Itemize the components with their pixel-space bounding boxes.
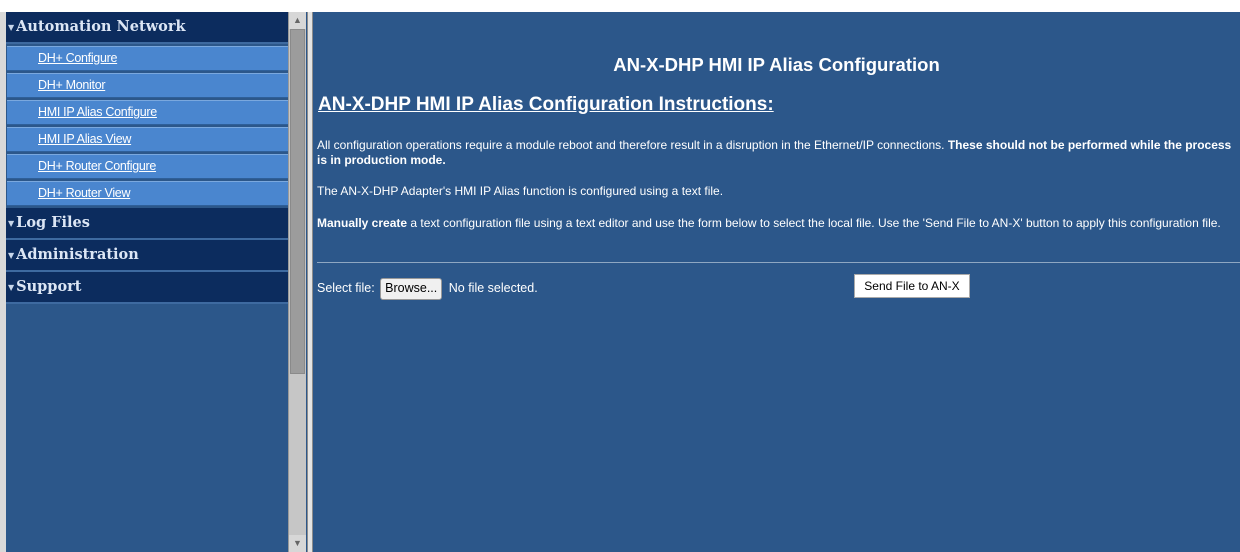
sidebar-item-hmi-ip-alias-configure[interactable]: HMI IP Alias Configure [7, 100, 288, 125]
scrollbar-thumb[interactable] [290, 29, 305, 374]
sidebar-link[interactable]: HMI IP Alias View [38, 132, 131, 146]
page-title: AN-X-DHP HMI IP Alias Configuration [613, 54, 940, 75]
sidebar-link[interactable]: DH+ Configure [38, 51, 117, 65]
section-title: Support [16, 278, 82, 295]
instructions-paragraph: Manually create a text configuration fil… [317, 216, 1239, 231]
section-header-automation-network[interactable]: ▼ Automation Network [6, 12, 288, 44]
sidebar-nav: ▼ Automation Network DH+ Configure DH+ Mo… [6, 12, 288, 304]
sidebar-item-dh-router-view[interactable]: DH+ Router View [7, 181, 288, 206]
section-title: Automation Network [16, 18, 186, 35]
navigation-frame: ▼ Automation Network DH+ Configure DH+ Mo… [0, 12, 308, 552]
section-header-administration[interactable]: ▼ Administration [6, 240, 288, 272]
main-content: AN-X-DHP HMI IP Alias Configuration AN-X… [313, 12, 1240, 552]
sidebar-item-hmi-ip-alias-view[interactable]: HMI IP Alias View [7, 127, 288, 152]
warning-paragraph: All configuration operations require a m… [317, 138, 1239, 168]
sidebar-scrollbar[interactable]: ▲ ▼ [288, 12, 306, 552]
expand-triangle-icon: ▼ [8, 250, 15, 260]
sidebar-item-dh-monitor[interactable]: DH+ Monitor [7, 73, 288, 98]
automation-network-submenu: DH+ Configure DH+ Monitor HMI IP Alias C… [6, 46, 288, 208]
instructions-bold-text: Manually create [317, 216, 408, 230]
section-title: Administration [16, 246, 139, 263]
sidebar-link[interactable]: DH+ Router Configure [38, 159, 156, 173]
section-header-support[interactable]: ▼ Support [6, 272, 288, 304]
browse-button[interactable]: Browse... [380, 277, 443, 300]
sidebar-link[interactable]: DH+ Router View [38, 186, 130, 200]
sidebar-item-dh-configure[interactable]: DH+ Configure [7, 46, 288, 71]
instructions-heading: AN-X-DHP HMI IP Alias Configuration Inst… [318, 94, 774, 115]
sidebar-link[interactable]: DH+ Monitor [38, 78, 106, 92]
select-file-label: Select file: [317, 281, 375, 295]
send-file-button[interactable]: Send File to AN-X [854, 274, 970, 298]
expand-triangle-icon: ▼ [8, 282, 15, 292]
no-file-selected-text: No file selected. [448, 281, 538, 295]
expand-triangle-icon: ▼ [8, 22, 15, 32]
warning-text: All configuration operations require a m… [317, 138, 948, 152]
scroll-up-arrow-icon[interactable]: ▲ [289, 12, 306, 29]
file-select-row: Select file: Browse... No file selected. [317, 276, 538, 300]
section-header-log-files[interactable]: ▼ Log Files [6, 208, 288, 240]
top-strip [0, 0, 1240, 12]
sidebar-link[interactable]: HMI IP Alias Configure [38, 105, 157, 119]
section-title: Log Files [16, 214, 90, 231]
sidebar-item-dh-router-configure[interactable]: DH+ Router Configure [7, 154, 288, 179]
description-paragraph: The AN-X-DHP Adapter's HMI IP Alias func… [317, 184, 724, 198]
scroll-down-arrow-icon[interactable]: ▼ [289, 535, 306, 552]
expand-triangle-icon: ▼ [8, 218, 15, 228]
instructions-text: a text configuration file using a text e… [407, 216, 1221, 230]
horizontal-rule [317, 262, 1240, 263]
